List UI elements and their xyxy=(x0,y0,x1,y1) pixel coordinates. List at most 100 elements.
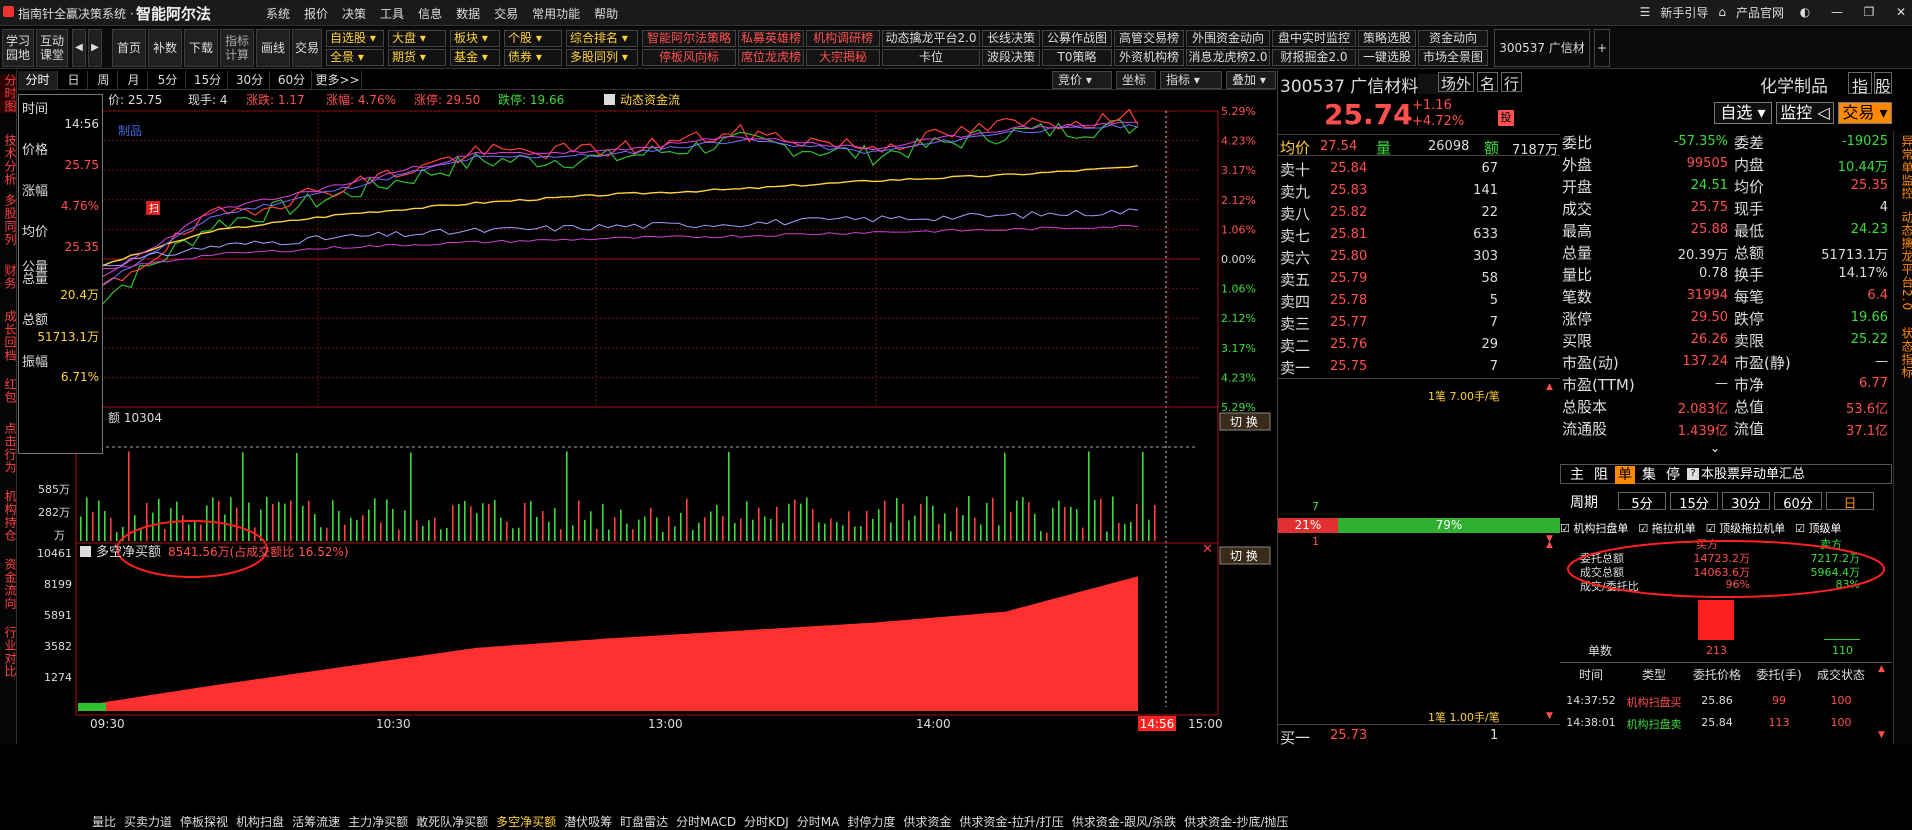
period-tab[interactable]: 60分 xyxy=(272,71,312,89)
name-tag[interactable]: 名 xyxy=(1477,72,1499,93)
ask-row[interactable]: 卖四 25.78 5 xyxy=(1278,290,1560,312)
long-term-link[interactable]: 长线决策 xyxy=(982,30,1040,47)
t0-strategy-link[interactable]: T0策略 xyxy=(1042,49,1112,66)
home-button[interactable]: 首页 xyxy=(112,29,146,67)
fund-period[interactable]: 60分 xyxy=(1774,492,1822,512)
fund-period[interactable]: 30分 xyxy=(1722,492,1770,512)
ask-row[interactable]: 卖五 25.79 58 xyxy=(1278,268,1560,290)
period-tab[interactable]: 30分 xyxy=(230,71,270,89)
intraday-chart[interactable]: 价: 25.75 现手: 4 涨跌: 1.17 涨幅: 4.76% 涨停: 29… xyxy=(18,91,1289,829)
indicator-tab[interactable]: 主力净买额 xyxy=(348,813,408,830)
indicator-tab[interactable]: 盯盘雷达 xyxy=(620,813,668,830)
period-tab[interactable]: 分时 xyxy=(18,71,58,89)
side-tab[interactable]: 动态擒龙平台2.0 xyxy=(1895,211,1912,311)
indicator-tab[interactable]: 供求资金-跟风/杀跌 xyxy=(1072,813,1176,830)
indicator-tab[interactable]: 封停力度 xyxy=(847,813,895,830)
alpha-strategy-link[interactable]: 智能阿尔法策略 xyxy=(642,30,736,47)
indicator-tab[interactable]: 潜伏吸筹 xyxy=(564,813,612,830)
indicator-tab[interactable]: 机构扫盘 xyxy=(236,813,284,830)
fund-period-active[interactable]: 日 xyxy=(1826,492,1874,512)
side-tab[interactable]: 资金流向 xyxy=(0,558,17,610)
table-row[interactable]: 14:37:52 机构扫盘买 25.86 99 100 xyxy=(1560,694,1892,714)
indicator-tab[interactable]: 分时KDJ xyxy=(744,813,789,830)
fund-flow-link[interactable]: 资金动向 xyxy=(1418,30,1488,47)
learning-garden-button[interactable]: 学习园地 xyxy=(2,29,34,67)
auction-dropdown[interactable]: 竞价 ▾ xyxy=(1052,71,1112,89)
period-tab[interactable]: 月 xyxy=(120,71,148,89)
news-dragon-link[interactable]: 消息龙虎榜2.0 xyxy=(1186,49,1270,66)
swing-link[interactable]: 波段决策 xyxy=(982,49,1040,66)
ranking-dropdown[interactable]: 综合排名 ▾ xyxy=(566,30,638,47)
limit-indicator-link[interactable]: 停板风向标 xyxy=(642,49,736,66)
ask-row[interactable]: 卖九 25.83 141 xyxy=(1278,180,1560,202)
side-tab[interactable]: 点击行为 xyxy=(0,422,17,474)
indicator-dropdown[interactable]: 指标 ▾ xyxy=(1160,71,1222,89)
stock-dropdown[interactable]: 个股 ▾ xyxy=(504,30,562,47)
fund-tab-active[interactable]: 单 xyxy=(1615,466,1635,484)
side-tab[interactable]: 财务 xyxy=(0,264,17,290)
close-icon[interactable]: ✕ xyxy=(1890,3,1912,21)
public-fund-link[interactable]: 公募作战图 xyxy=(1042,30,1112,47)
block-trade-link[interactable]: 大宗揭秘 xyxy=(806,49,880,66)
menu-item[interactable]: 数据 xyxy=(456,5,480,22)
watchlist-dropdown[interactable]: 自选股 ▾ xyxy=(326,30,384,47)
fund-period[interactable]: 15分 xyxy=(1670,492,1718,512)
indicator-tab[interactable]: 分时MA xyxy=(797,813,840,830)
period-tab[interactable]: 周 xyxy=(90,71,118,89)
dynamic-fund-flow-link[interactable]: 动态资金流 xyxy=(620,92,680,107)
indicator-tab[interactable]: 供求资金-拉升/打压 xyxy=(959,813,1063,830)
ask-row[interactable]: 卖一 25.75 7 xyxy=(1278,356,1560,378)
net-help-icon[interactable] xyxy=(80,546,91,557)
overlay-dropdown[interactable]: 叠加 ▾ xyxy=(1226,71,1276,89)
patch-data-button[interactable]: 补数 xyxy=(148,29,182,67)
skin-icon[interactable]: ◐ xyxy=(1794,3,1816,21)
restore-icon[interactable]: ❐ xyxy=(1858,3,1880,21)
scroll-down-icon[interactable]: ▼ xyxy=(1878,730,1885,740)
side-tab[interactable]: 多股同列 xyxy=(0,194,17,246)
sector-dropdown[interactable]: 板块 ▾ xyxy=(450,30,500,47)
indicator-tab[interactable]: 供求资金-抄底/抛压 xyxy=(1184,813,1288,830)
axis-button[interactable]: 坐标 xyxy=(1116,71,1156,89)
market-panorama-link[interactable]: 市场全景图 xyxy=(1418,49,1488,66)
check-institution[interactable]: ☑ 机构扫盘单 xyxy=(1560,520,1628,536)
indicator-tab[interactable]: 活筹流速 xyxy=(292,813,340,830)
side-tab[interactable]: 行业对比 xyxy=(0,626,17,678)
earnings-link[interactable]: 财报掘金2.0 xyxy=(1272,49,1356,66)
executive-trade-link[interactable]: 高管交易榜 xyxy=(1114,30,1184,47)
menu-item[interactable]: 工具 xyxy=(380,5,404,22)
download-button[interactable]: 下载 xyxy=(184,29,218,67)
side-tab[interactable]: 分时图 xyxy=(0,74,17,113)
private-hero-link[interactable]: 私募英雄榜 xyxy=(738,30,804,47)
ask-row[interactable]: 卖八 25.82 22 xyxy=(1278,202,1560,224)
minimize-icon[interactable]: — xyxy=(1826,3,1848,21)
realtime-monitor-link[interactable]: 盘中实时监控 xyxy=(1272,30,1356,47)
prev-arrow-icon[interactable]: ◀ xyxy=(72,29,86,67)
fund-period[interactable]: 5分 xyxy=(1618,492,1666,512)
menu-item[interactable]: 决策 xyxy=(342,5,366,22)
ask-row[interactable]: 卖十 25.84 67 xyxy=(1278,158,1560,180)
side-tab[interactable]: 成长回档 xyxy=(0,310,17,362)
side-tab[interactable]: 状态指标 xyxy=(1895,327,1912,379)
indicator-tab[interactable]: 停板探视 xyxy=(180,813,228,830)
foreign-inst-link[interactable]: 外资机构榜 xyxy=(1114,49,1184,66)
seat-dragon-link[interactable]: 席位龙虎榜 xyxy=(738,49,804,66)
add-icon[interactable]: + xyxy=(1594,29,1610,67)
side-tab[interactable]: 机构持仓 xyxy=(0,490,17,542)
close-pane-icon[interactable]: ✕ xyxy=(1202,542,1213,557)
trade-button[interactable]: 交易 xyxy=(292,29,322,67)
official-site-link[interactable]: 产品官网 xyxy=(1736,4,1784,21)
fund-tab[interactable]: 集 xyxy=(1639,466,1659,484)
new-user-guide-link[interactable]: 新手引导 xyxy=(1660,4,1708,21)
ask-row[interactable]: 卖二 25.76 29 xyxy=(1278,334,1560,356)
external-fund-link[interactable]: 外围资金动向 xyxy=(1186,30,1270,47)
fund-tab[interactable]: 停 xyxy=(1663,466,1683,484)
strategy-pick-link[interactable]: 策略选股 xyxy=(1358,30,1416,47)
side-tab[interactable]: 异常单监控 xyxy=(1895,135,1912,200)
indicator-calc-button[interactable]: 指标计算 xyxy=(220,29,254,67)
stock-button[interactable]: 股 xyxy=(1874,72,1892,94)
indicator-tab[interactable]: 分时MACD xyxy=(676,813,736,830)
multi-stock-dropdown[interactable]: 多股同列 ▾ xyxy=(566,49,638,66)
side-tab[interactable]: 红包 xyxy=(0,378,17,404)
indicator-tab[interactable]: 敢死队净买额 xyxy=(416,813,488,830)
draw-line-button[interactable]: 画线 xyxy=(256,29,290,67)
